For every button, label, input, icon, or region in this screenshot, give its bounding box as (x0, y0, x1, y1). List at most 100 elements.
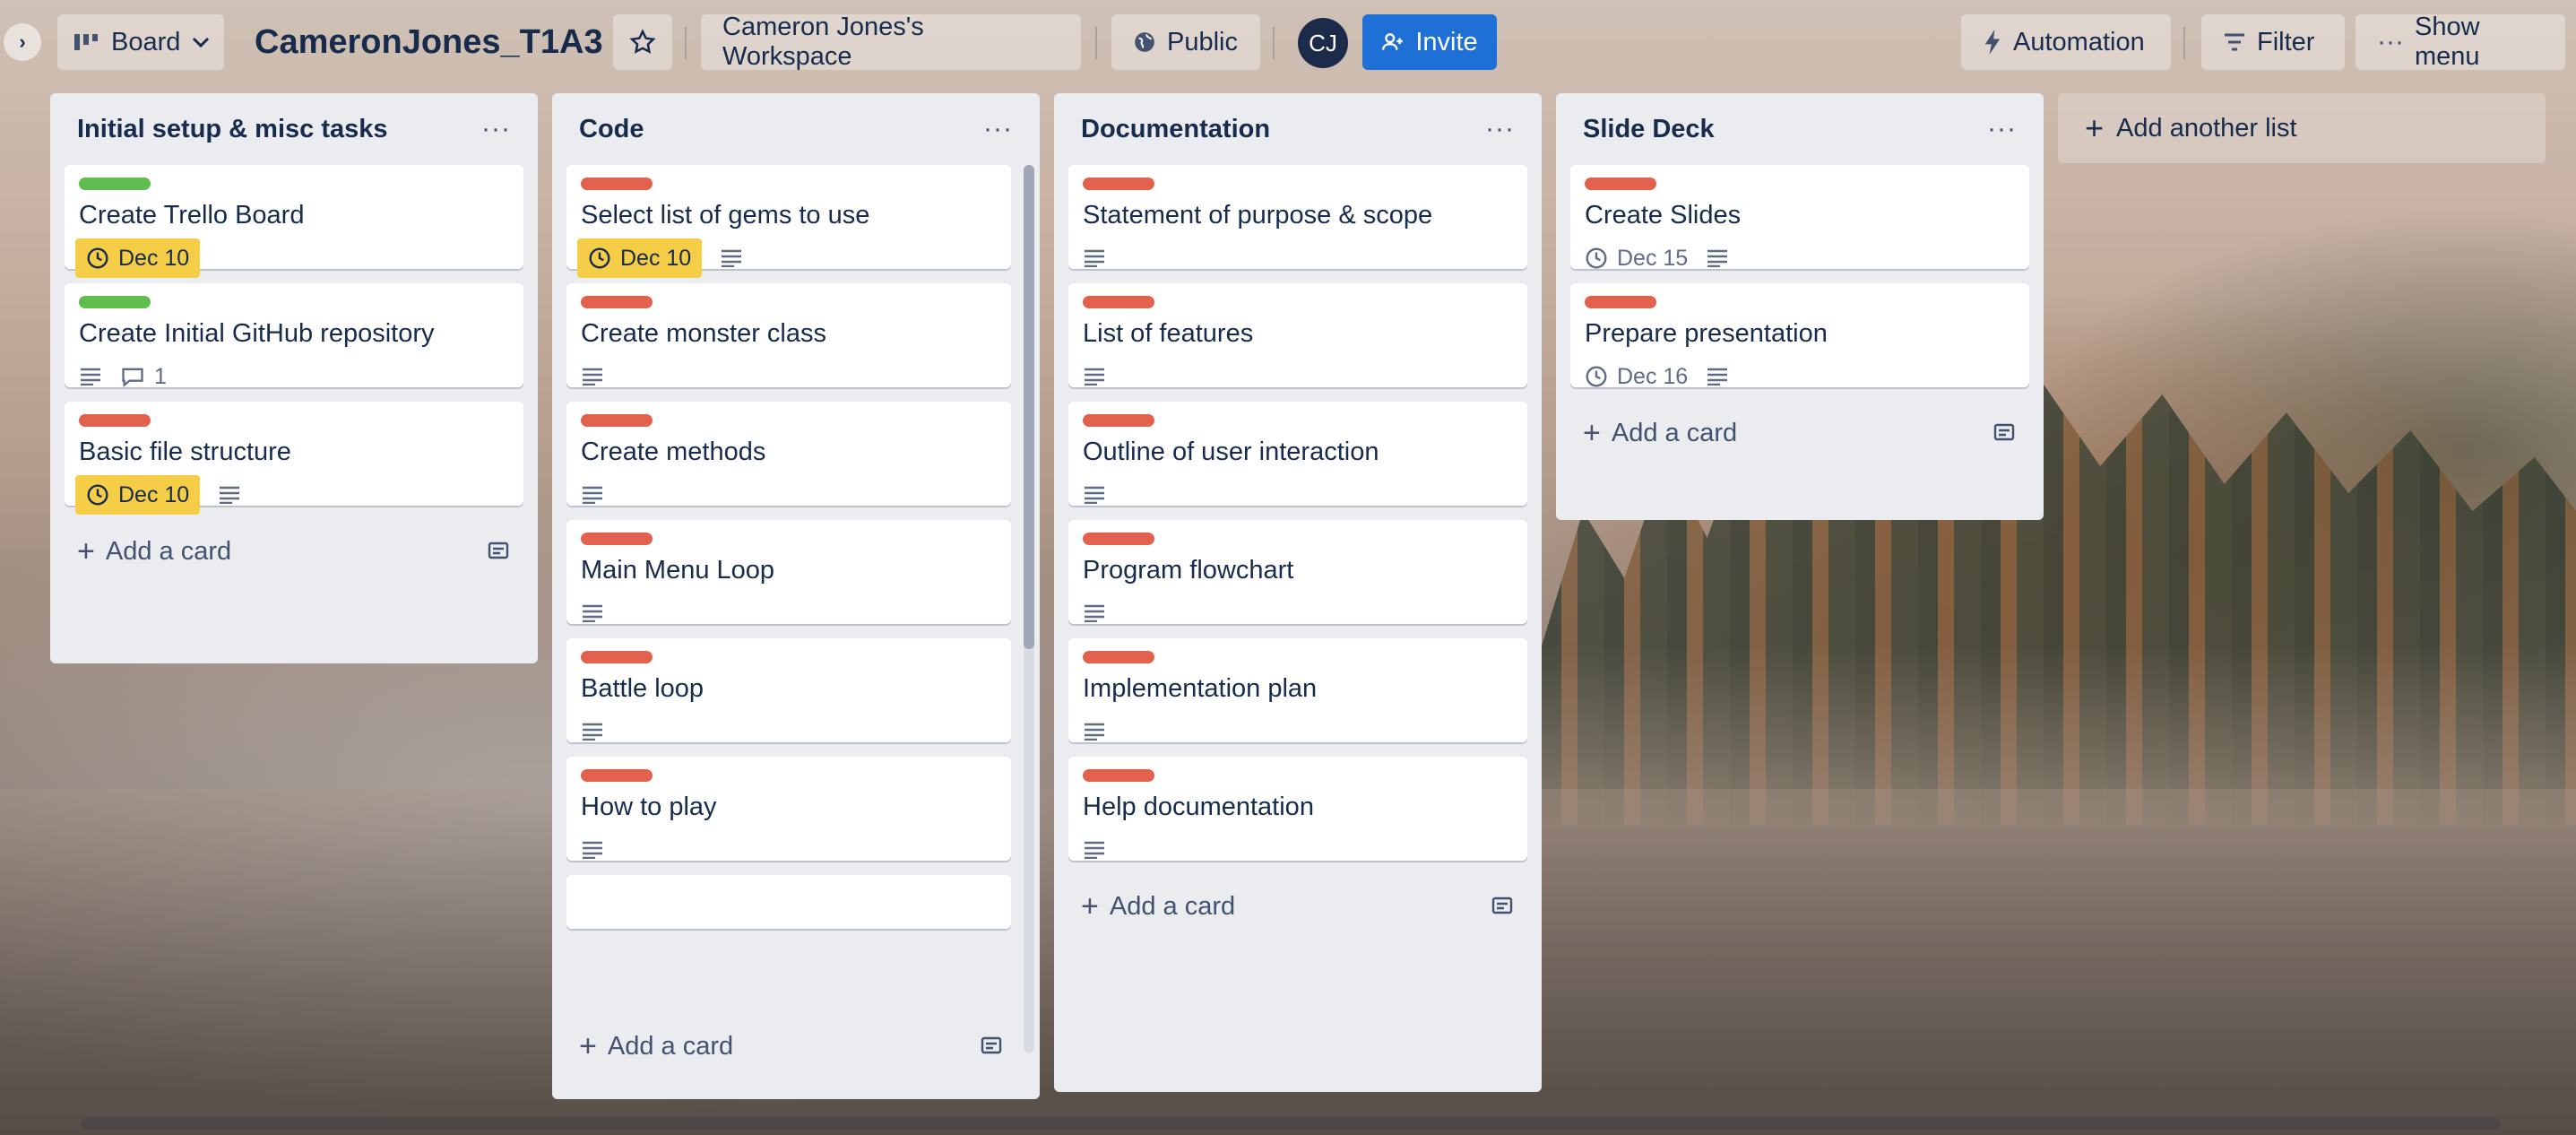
list-code: Code ··· Select list of gems to use Dec … (552, 93, 1040, 1099)
show-menu-label: Show menu (2414, 13, 2480, 71)
add-person-icon (1381, 30, 1405, 54)
card-label-green[interactable] (79, 178, 151, 190)
card[interactable]: Statement of purpose & scope (1068, 165, 1527, 269)
workspace-button[interactable]: Cameron Jones's Workspace (701, 13, 1081, 71)
card[interactable]: Create Slides Dec 15 (1570, 165, 2029, 272)
card-label-red[interactable] (1083, 769, 1154, 782)
add-card-button[interactable]: + Add a card (1556, 402, 2044, 464)
card[interactable]: Basic file structure Dec 10 (65, 402, 523, 515)
view-switcher-button[interactable]: Board (57, 14, 224, 70)
card[interactable]: Implementation plan (1068, 638, 1527, 742)
filter-button[interactable]: Filter (2201, 14, 2345, 70)
list-scrollbar[interactable] (1024, 165, 1034, 1053)
add-list-button[interactable]: + Add another list (2058, 93, 2546, 163)
chevron-down-icon (191, 36, 211, 48)
card-template-icon[interactable] (979, 1035, 1004, 1058)
card[interactable]: Create monster class (566, 283, 1011, 387)
description-icon (581, 841, 604, 859)
description-icon (1083, 486, 1106, 504)
card-title: Help documentation (1083, 793, 1314, 821)
card-label-red[interactable] (1083, 178, 1154, 190)
card-label-red[interactable] (581, 769, 653, 782)
globe-icon (1133, 30, 1156, 54)
card[interactable]: List of features (1068, 283, 1527, 387)
card-template-icon[interactable] (1490, 895, 1515, 918)
card[interactable]: Create methods (566, 402, 1011, 506)
card-label-red[interactable] (1585, 296, 1656, 308)
card-label-red[interactable] (79, 414, 151, 427)
card-label-green[interactable] (79, 296, 151, 308)
scrollbar-thumb[interactable] (1024, 165, 1034, 649)
clock-icon (1585, 365, 1608, 388)
card[interactable]: Main Menu Loop (566, 520, 1011, 624)
list-menu-icon[interactable]: ··· (481, 114, 511, 144)
invite-button[interactable]: Invite (1362, 14, 1497, 70)
list-menu-icon[interactable]: ··· (1987, 114, 2017, 144)
card[interactable]: Select list of gems to use Dec 10 (566, 165, 1011, 278)
card-label-red[interactable] (1083, 533, 1154, 545)
description-icon (1083, 249, 1106, 267)
avatar[interactable]: CJ (1298, 18, 1348, 68)
card-label-red[interactable] (581, 296, 653, 308)
board-title[interactable]: CameronJones_T1A3 (255, 20, 603, 65)
comment-icon (120, 365, 145, 388)
card-label-red[interactable] (1083, 414, 1154, 427)
card-label-red[interactable] (581, 651, 653, 663)
card-label-red[interactable] (581, 178, 653, 190)
list-menu-icon[interactable]: ··· (983, 114, 1013, 144)
card-title: Statement of purpose & scope (1083, 201, 1433, 230)
card-partial[interactable] (566, 875, 1011, 929)
plus-icon: + (579, 1028, 597, 1063)
due-date-badge[interactable]: Dec 15 (1585, 246, 1688, 272)
more-horizontal-icon: ··· (2377, 27, 2404, 56)
add-list-label: Add another list (2116, 113, 2297, 143)
card-label-red[interactable] (581, 533, 653, 545)
card[interactable]: Create Initial GitHub repository 1 (65, 283, 523, 389)
due-date-badge[interactable]: Dec 16 (1585, 364, 1688, 390)
description-icon (1083, 723, 1106, 741)
add-card-button[interactable]: + Add a card (1054, 875, 1542, 938)
list-title[interactable]: Slide Deck (1583, 115, 1715, 144)
due-date-badge[interactable]: Dec 10 (75, 238, 201, 278)
card[interactable]: Help documentation (1068, 757, 1527, 861)
due-date-text: Dec 10 (118, 481, 190, 507)
card[interactable]: Battle loop (566, 638, 1011, 742)
card-title: Create Trello Board (79, 201, 305, 230)
list-initial-setup: Initial setup & misc tasks ··· Create Tr… (50, 93, 538, 663)
card-template-icon[interactable] (1992, 421, 2017, 445)
board-horizontal-scrollbar[interactable] (81, 1117, 2501, 1130)
add-card-button[interactable]: + Add a card (50, 520, 538, 583)
list-title[interactable]: Code (579, 115, 644, 144)
divider (1095, 27, 1097, 59)
list-title[interactable]: Initial setup & misc tasks (77, 115, 388, 144)
due-date-badge[interactable]: Dec 10 (75, 475, 201, 515)
list-title[interactable]: Documentation (1081, 115, 1270, 144)
show-menu-button[interactable]: ··· Show menu (2356, 13, 2565, 71)
card-label-red[interactable] (581, 414, 653, 427)
card-title: Create methods (581, 438, 766, 466)
card-label-red[interactable] (1585, 178, 1656, 190)
card[interactable]: Create Trello Board Dec 10 (65, 165, 523, 278)
card[interactable]: How to play (566, 757, 1011, 861)
card-template-icon[interactable] (486, 540, 511, 563)
due-date-badge[interactable]: Dec 10 (577, 238, 703, 278)
sidebar-toggle-button[interactable]: › (4, 23, 41, 61)
list-menu-icon[interactable]: ··· (1485, 114, 1515, 144)
visibility-button[interactable]: Public (1111, 14, 1260, 70)
card[interactable]: Program flowchart (1068, 520, 1527, 624)
clock-icon (86, 483, 109, 507)
add-card-button[interactable]: + Add a card (552, 1015, 1040, 1078)
card-title: Basic file structure (79, 438, 291, 466)
board-header: › Board CameronJones_T1A3 Cameron Jones'… (0, 0, 2576, 86)
card-label-red[interactable] (1083, 296, 1154, 308)
divider (685, 27, 687, 59)
invite-label: Invite (1415, 27, 1478, 56)
card[interactable]: Prepare presentation Dec 16 (1570, 283, 2029, 390)
description-icon (1083, 604, 1106, 622)
star-board-button[interactable] (613, 14, 672, 70)
automation-button[interactable]: Automation (1961, 14, 2171, 70)
card[interactable]: Outline of user interaction (1068, 402, 1527, 506)
list-slide-deck: Slide Deck ··· Create Slides Dec 15 Prep… (1556, 93, 2044, 520)
due-date-text: Dec 15 (1617, 245, 1689, 271)
card-label-red[interactable] (1083, 651, 1154, 663)
